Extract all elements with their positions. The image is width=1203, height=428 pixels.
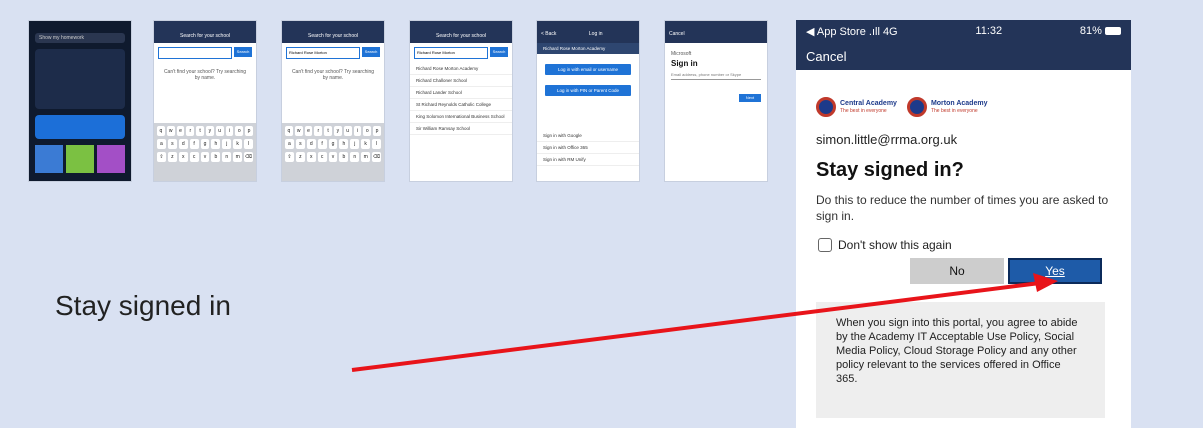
thumb-header: Cancel (665, 21, 767, 43)
thumbnail-search-typed: Search for your school Richard Rose Mort… (281, 20, 385, 182)
account-email: simon.little@rrma.org.uk (816, 132, 958, 147)
school-search-input[interactable]: Richard Rose Morton (414, 47, 488, 59)
next-button[interactable]: Next (739, 94, 761, 102)
thumbnail-microsoft-sign-in: Cancel Microsoft Sign in Email address, … (664, 20, 768, 182)
crest-icon (906, 97, 927, 117)
sign-in-office365[interactable]: Sign in with Office 365 (537, 142, 639, 154)
thumbnail-log-in: < Back Log in Richard Rose Morton Academ… (536, 20, 640, 182)
nav-bar: Cancel (796, 42, 1131, 70)
status-time: 11:32 (975, 25, 1003, 37)
stay-signed-in-heading: Stay signed in? (816, 159, 964, 181)
cancel-link[interactable]: Cancel (669, 31, 685, 37)
thumb-header: Search for your school (410, 21, 512, 43)
cancel-button[interactable]: Cancel (806, 49, 846, 64)
no-button[interactable]: No (910, 258, 1004, 284)
result-item[interactable]: Richard Lander School (410, 87, 512, 99)
screenshot-preview (97, 145, 125, 173)
screenshot-preview (35, 145, 63, 173)
screenshot-preview (66, 145, 94, 173)
phone-screen: ◀ App Store .ıll 4G 11:32 81% Cancel Cen… (796, 20, 1131, 428)
status-carrier: ◀ App Store .ıll 4G (806, 25, 898, 38)
thumbnail-app-store: Show my homework (28, 20, 132, 182)
slide-caption: Stay signed in (55, 290, 231, 321)
slide: Show my homework Search for your school … (0, 0, 1203, 428)
dont-show-again-checkbox[interactable] (818, 238, 832, 252)
result-item[interactable]: Sir William Ramsay School (410, 123, 512, 135)
sign-in-title: Sign in (671, 59, 698, 68)
academy-logos: Central Academy The best in everyone Mort… (796, 70, 1131, 124)
school-search-input[interactable] (158, 47, 232, 59)
school-name: Richard Rose Morton Academy (537, 43, 639, 54)
back-button[interactable]: < Back (541, 31, 556, 43)
keyboard: qwertyuiop asdfghjkl ⇧ z x c v b n m ⌫ (154, 123, 256, 181)
thumbnail-search-results: Search for your school Richard Rose Mort… (409, 20, 513, 182)
search-hint: Can't find your school? Try searching by… (291, 69, 375, 81)
crest-icon (816, 97, 836, 117)
result-item[interactable]: King Solomon International Business Scho… (410, 111, 512, 123)
app-listing-card (35, 49, 125, 109)
login-pin-button[interactable]: Log in with PIN or Parent Code (545, 85, 631, 96)
microsoft-logo: Microsoft (671, 51, 692, 57)
thumb-header: Search for your school (154, 21, 256, 43)
result-item[interactable]: Richard Rose Morton Academy (410, 63, 512, 75)
yes-button[interactable]: Yes (1008, 258, 1102, 284)
search-button[interactable]: Search (490, 47, 508, 57)
keyboard: qwertyuiop asdfghjkl ⇧ z x c v b n m ⌫ (282, 123, 384, 181)
sign-in-google[interactable]: Sign in with Google (537, 130, 639, 142)
status-battery: 81% (1080, 25, 1121, 37)
thumbnail-search-school: Search for your school Search Can't find… (153, 20, 257, 182)
email-field[interactable]: Email address, phone number or Skype (671, 72, 761, 80)
school-search-input[interactable]: Richard Rose Morton (286, 47, 360, 59)
dont-show-again-row[interactable]: Don't show this again (796, 224, 1131, 252)
sign-in-rm-unify[interactable]: Sign in with RM Unify (537, 154, 639, 166)
search-button[interactable]: Search (362, 47, 380, 57)
stay-signed-in-description: Do this to reduce the number of times yo… (816, 193, 1109, 223)
search-hint: Can't find your school? Try searching by… (163, 69, 247, 81)
search-button[interactable]: Search (234, 47, 252, 57)
status-bar: ◀ App Store .ıll 4G 11:32 81% (796, 20, 1131, 42)
login-email-button[interactable]: Log in with email or username (545, 64, 631, 75)
policy-notice: When you sign into this portal, you agre… (816, 302, 1105, 418)
central-academy-logo: Central Academy The best in everyone (816, 97, 897, 117)
battery-icon (1105, 27, 1121, 36)
button-row: No Yes (910, 258, 1102, 284)
thumb-title: Log in (588, 31, 603, 37)
thumb-header: Search for your school (282, 21, 384, 43)
morton-academy-logo: Morton Academy The best in everyone (906, 97, 987, 117)
result-item[interactable]: St Richard Reynolds Catholic College (410, 99, 512, 111)
result-item[interactable]: Richard Challoner School (410, 75, 512, 87)
thumb-header: < Back Log in (537, 21, 639, 43)
app-listing-icon (35, 115, 125, 139)
checkbox-label: Don't show this again (838, 238, 952, 252)
app-store-search: Show my homework (35, 33, 125, 43)
